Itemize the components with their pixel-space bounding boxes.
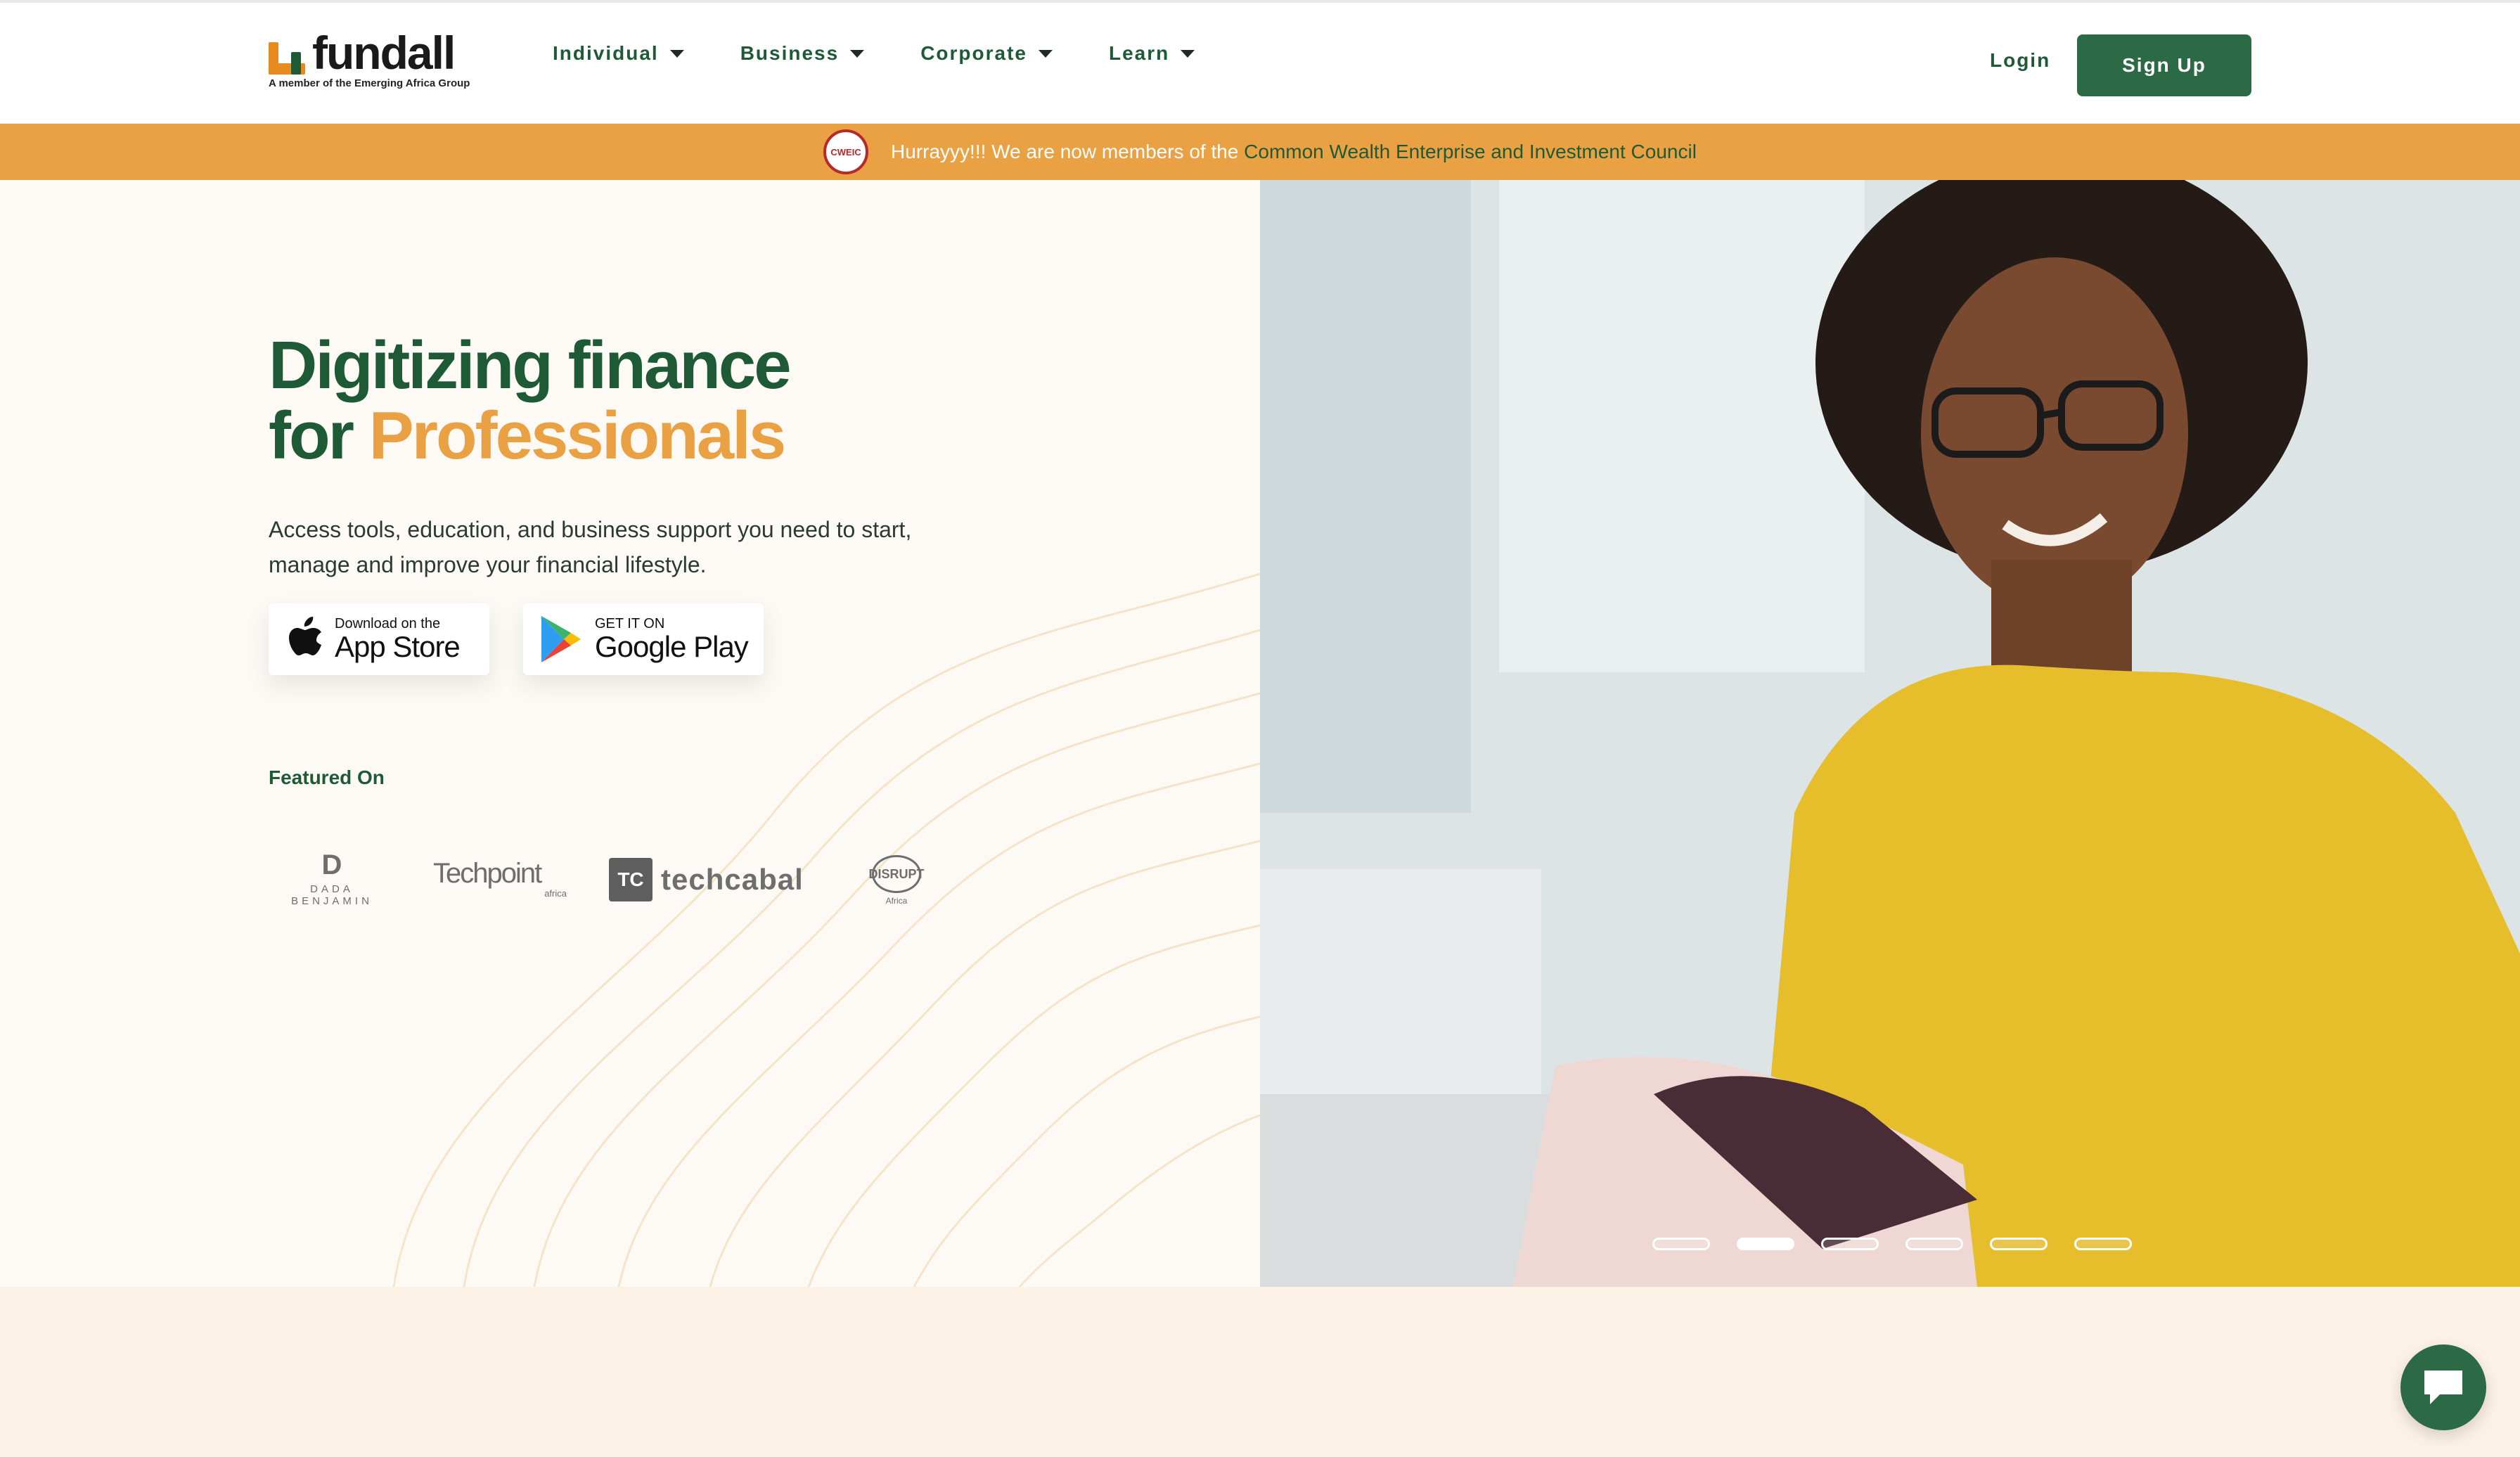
- techcabal-name: techcabal: [661, 863, 804, 896]
- carousel-dot-6[interactable]: [2074, 1238, 2132, 1250]
- caret-down-icon: [1181, 49, 1195, 58]
- techcabal-logo[interactable]: TC techcabal: [609, 858, 820, 901]
- login-link[interactable]: Login: [1990, 49, 2050, 72]
- hero-subtext: Access tools, education, and business su…: [269, 517, 912, 577]
- nav-business-label: Business: [740, 42, 840, 64]
- featured-on-label: Featured On: [269, 766, 385, 788]
- featured-logos: D DADA BENJAMIN Techpoint africa TC tech…: [269, 851, 944, 914]
- cweic-badge-icon: CWEIC: [823, 129, 869, 174]
- app-store-button[interactable]: Download on the App Store: [269, 603, 489, 675]
- announcement-text: Hurrayyy!!! We are now members of the Co…: [891, 141, 1697, 163]
- google-play-small-text: GET IT ON: [595, 616, 665, 631]
- hero-headline: Digitizing finance for Professionals: [269, 328, 792, 473]
- disrupt-name: DISRUPT: [869, 855, 925, 893]
- sign-up-button[interactable]: Sign Up: [2077, 34, 2251, 96]
- dada-benjamin-logo[interactable]: D DADA BENJAMIN: [269, 851, 395, 907]
- carousel-dot-3[interactable]: [1821, 1238, 1879, 1250]
- techcabal-mark: TC: [609, 858, 652, 901]
- nav-individual[interactable]: Individual: [553, 42, 684, 65]
- carousel-dot-1[interactable]: [1652, 1238, 1710, 1250]
- announcement-message: Hurrayyy!!! We are now members of the: [891, 141, 1239, 162]
- app-store-small-text: Download on the: [335, 616, 441, 631]
- headline-line1: Digitizing finance: [269, 328, 792, 403]
- disrupt-africa-logo[interactable]: DISRUPT Africa: [858, 855, 935, 906]
- nav-corporate[interactable]: Corporate: [920, 42, 1053, 65]
- app-store-big-text: App Store: [335, 630, 461, 663]
- headline-for: for: [269, 398, 354, 473]
- hero-photo-woman-with-laptop: [1260, 180, 2520, 1287]
- headline-accent: Professionals: [368, 398, 787, 473]
- nav-corporate-label: Corporate: [920, 42, 1027, 64]
- top-navigation-bar: fundall A member of the Emerging Africa …: [0, 0, 2520, 124]
- hero-photo-illustration: [1260, 180, 2520, 1287]
- nav-learn[interactable]: Learn: [1109, 42, 1195, 65]
- chat-widget-button[interactable]: [2400, 1344, 2486, 1430]
- carousel-indicators: [1652, 1238, 2132, 1250]
- caret-down-icon: [1038, 49, 1053, 58]
- techpoint-name: Techpoint: [433, 858, 542, 889]
- hero-section: Digitizing finance for Professionals Acc…: [0, 180, 1260, 1287]
- carousel-dot-2-active[interactable]: [1737, 1238, 1794, 1250]
- logo-tagline: A member of the Emerging Africa Group: [269, 77, 470, 89]
- techpoint-logo[interactable]: Techpoint africa: [433, 858, 574, 899]
- dada-benjamin-mark: D: [321, 849, 342, 880]
- techpoint-sub: africa: [544, 888, 567, 899]
- carousel-dot-4[interactable]: [1905, 1238, 1963, 1250]
- next-section-background: [0, 1287, 2520, 1457]
- google-play-icon: [541, 616, 581, 662]
- cweic-link[interactable]: Common Wealth Enterprise and Investment …: [1244, 141, 1697, 162]
- main-nav: Individual Business Corporate Learn: [553, 42, 1195, 65]
- caret-down-icon: [669, 49, 684, 58]
- logo-wordmark: fundall: [312, 27, 456, 79]
- announcement-bar: CWEIC Hurrayyy!!! We are now members of …: [0, 124, 2520, 180]
- nav-business[interactable]: Business: [740, 42, 865, 65]
- dada-benjamin-name: DADA BENJAMIN: [291, 883, 373, 907]
- google-play-button[interactable]: GET IT ON Google Play: [523, 603, 764, 675]
- chat-bubble-icon: [2424, 1371, 2462, 1404]
- caret-down-icon: [850, 49, 865, 58]
- google-play-big-text: Google Play: [595, 630, 749, 663]
- fundall-logo[interactable]: fundall A member of the Emerging Africa …: [269, 30, 480, 97]
- apple-icon: [289, 617, 321, 655]
- nav-learn-label: Learn: [1108, 42, 1170, 64]
- disrupt-sub: Africa: [885, 896, 908, 906]
- fundall-logo-mark-icon: [269, 42, 305, 75]
- nav-individual-label: Individual: [553, 42, 659, 64]
- carousel-dot-5[interactable]: [1990, 1238, 2048, 1250]
